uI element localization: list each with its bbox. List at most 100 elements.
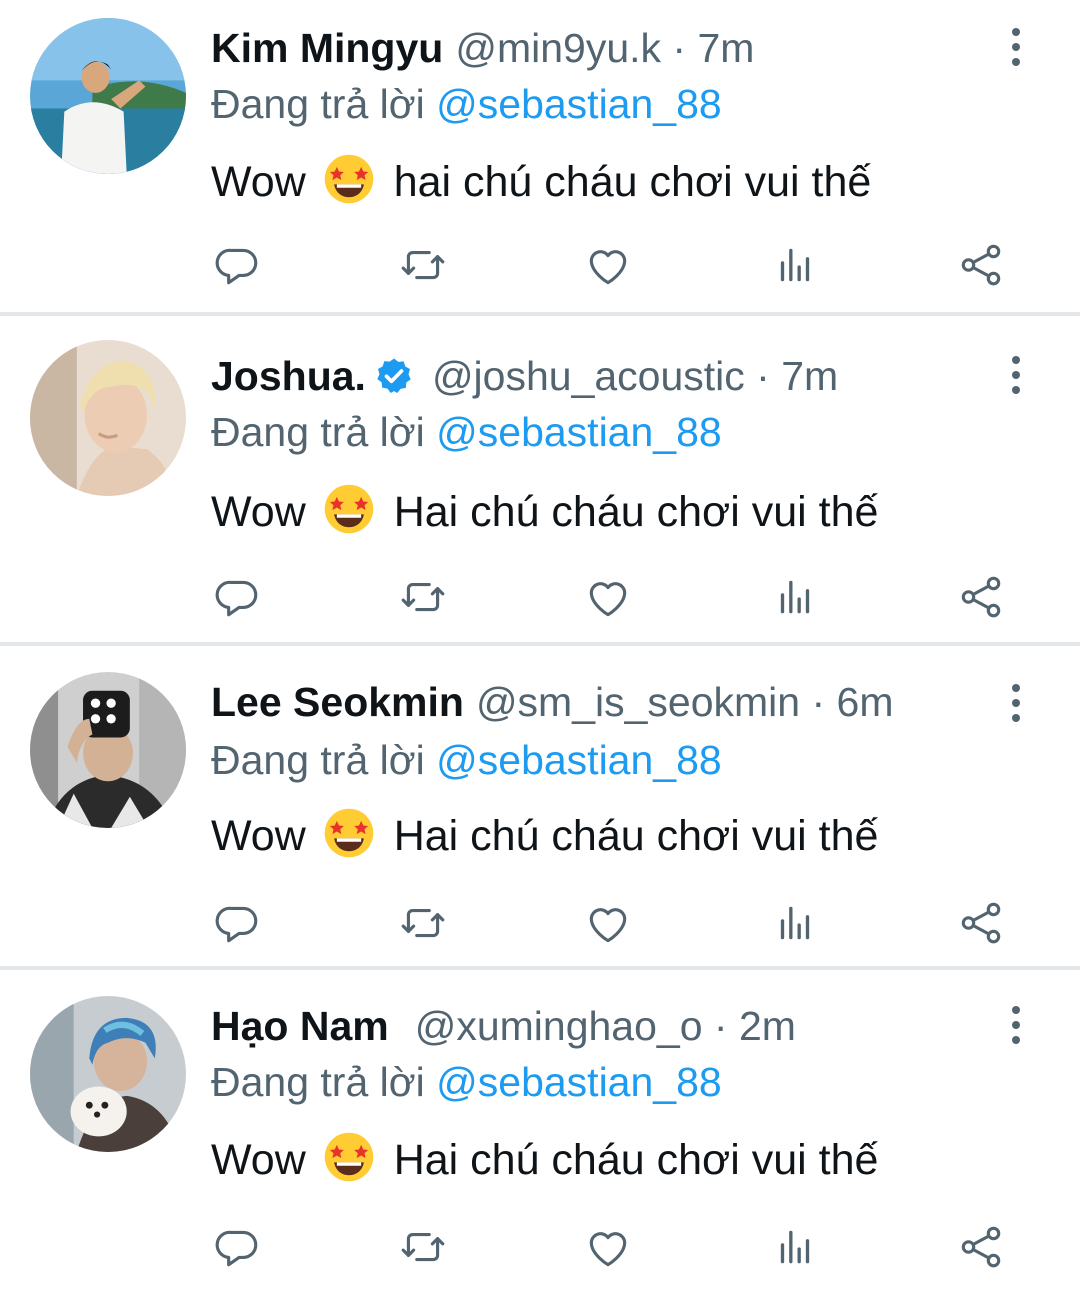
tweet-actions: [0, 240, 1080, 290]
tweet-header: Lee Seokmin @sm_is_seokmin · 6m: [211, 678, 894, 726]
reply-mention[interactable]: @sebastian_88: [436, 409, 722, 455]
avatar[interactable]: [30, 340, 186, 496]
share-icon: [956, 898, 1006, 948]
retweet-button[interactable]: [398, 572, 448, 622]
reply-button[interactable]: [212, 1222, 262, 1272]
more-options-icon[interactable]: [1004, 1006, 1028, 1048]
reply-context: Đang trả lời @sebastian_88: [211, 1058, 722, 1106]
views-icon: [770, 240, 820, 290]
views-button[interactable]: [770, 572, 820, 622]
retweet-icon: [398, 572, 448, 622]
avatar-photo-icon: [30, 18, 186, 174]
star-struck-emoji-icon: [322, 806, 376, 860]
tweet-text-start: Wow: [211, 1136, 306, 1184]
reply-context: Đang trả lời @sebastian_88: [211, 80, 722, 128]
reply-prefix: Đang trả lời: [211, 1059, 425, 1105]
reply-button[interactable]: [212, 572, 262, 622]
verified-badge-icon: [374, 356, 414, 396]
like-icon: [583, 240, 633, 290]
handle-and-time: @min9yu.k · 7m: [455, 25, 755, 71]
reply-icon: [212, 572, 262, 622]
views-button[interactable]: [770, 898, 820, 948]
like-button[interactable]: [583, 572, 633, 622]
tweet-actions: [0, 898, 1080, 948]
avatar-photo-icon: [30, 672, 186, 828]
tweet[interactable]: Hạo Nam @xuminghao_o · 2m Đang trả lời @s…: [0, 970, 1080, 1293]
share-button[interactable]: [956, 240, 1006, 290]
reply-button[interactable]: [212, 898, 262, 948]
retweet-icon: [398, 240, 448, 290]
tweet-text-end: Hai chú cháu chơi vui thế: [393, 488, 879, 536]
like-icon: [583, 898, 633, 948]
display-name[interactable]: Joshua.: [211, 353, 366, 399]
handle-and-time: @joshu_acoustic · 7m: [431, 353, 839, 399]
more-options-icon[interactable]: [1004, 684, 1028, 726]
avatar-photo-icon: [30, 340, 186, 496]
reply-mention[interactable]: @sebastian_88: [436, 1059, 722, 1105]
share-icon: [956, 1222, 1006, 1272]
retweet-icon: [398, 1222, 448, 1272]
reply-icon: [212, 1222, 262, 1272]
tweet-text: Wow hai chú cháu chơi vui thế: [211, 152, 871, 209]
tweet-text-end: Hai chú cháu chơi vui thế: [393, 1136, 879, 1184]
tweet[interactable]: Lee Seokmin @sm_is_seokmin · 6m Đang trả …: [0, 646, 1080, 970]
retweet-icon: [398, 898, 448, 948]
more-options-icon[interactable]: [1004, 356, 1028, 398]
tweet-header: Kim Mingyu @min9yu.k · 7m: [211, 24, 754, 72]
reply-prefix: Đang trả lời: [211, 81, 425, 127]
reply-prefix: Đang trả lời: [211, 409, 425, 455]
retweet-button[interactable]: [398, 898, 448, 948]
tweet-actions: [0, 1222, 1080, 1272]
tweet-header: Joshua. @joshu_acoustic · 7m: [211, 352, 838, 400]
tweet[interactable]: Kim Mingyu @min9yu.k · 7m Đang trả lời @s…: [0, 0, 1080, 316]
display-name[interactable]: Hạo Nam: [211, 1003, 389, 1049]
tweet-text-start: Wow: [211, 158, 306, 206]
more-options-icon[interactable]: [1004, 28, 1028, 70]
tweet-header: Hạo Nam @xuminghao_o · 2m: [211, 1002, 796, 1050]
avatar[interactable]: [30, 18, 186, 174]
tweet[interactable]: Joshua. @joshu_acoustic · 7m Đang trả lời…: [0, 316, 1080, 646]
reply-prefix: Đang trả lời: [211, 737, 425, 783]
handle-and-time: @xuminghao_o · 2m: [414, 1003, 796, 1049]
tweet-text-start: Wow: [211, 812, 306, 860]
like-button[interactable]: [583, 1222, 633, 1272]
retweet-button[interactable]: [398, 1222, 448, 1272]
reply-icon: [212, 240, 262, 290]
views-button[interactable]: [770, 240, 820, 290]
avatar[interactable]: [30, 996, 186, 1152]
handle-and-time: @sm_is_seokmin · 6m: [475, 679, 894, 725]
like-button[interactable]: [583, 898, 633, 948]
share-button[interactable]: [956, 572, 1006, 622]
share-icon: [956, 240, 1006, 290]
display-name[interactable]: Lee Seokmin: [211, 679, 464, 725]
reply-mention[interactable]: @sebastian_88: [436, 81, 722, 127]
reply-context: Đang trả lời @sebastian_88: [211, 736, 722, 784]
star-struck-emoji-icon: [322, 152, 376, 206]
reply-feed: Kim Mingyu @min9yu.k · 7m Đang trả lời @s…: [0, 0, 1080, 1293]
avatar[interactable]: [30, 672, 186, 828]
reply-mention[interactable]: @sebastian_88: [436, 737, 722, 783]
reply-button[interactable]: [212, 240, 262, 290]
tweet-text: Wow Hai chú cháu chơi vui thế: [211, 1130, 878, 1187]
retweet-button[interactable]: [398, 240, 448, 290]
views-button[interactable]: [770, 1222, 820, 1272]
tweet-text: Wow Hai chú cháu chơi vui thế: [211, 482, 878, 539]
tweet-actions: [0, 572, 1080, 622]
share-button[interactable]: [956, 898, 1006, 948]
share-button[interactable]: [956, 1222, 1006, 1272]
avatar-photo-icon: [30, 996, 186, 1152]
star-struck-emoji-icon: [322, 482, 376, 536]
share-icon: [956, 572, 1006, 622]
views-icon: [770, 898, 820, 948]
tweet-text: Wow Hai chú cháu chơi vui thế: [211, 806, 878, 863]
like-icon: [583, 1222, 633, 1272]
like-button[interactable]: [583, 240, 633, 290]
tweet-text-end: Hai chú cháu chơi vui thế: [393, 812, 879, 860]
tweet-text-start: Wow: [211, 488, 306, 536]
views-icon: [770, 572, 820, 622]
views-icon: [770, 1222, 820, 1272]
reply-context: Đang trả lời @sebastian_88: [211, 408, 722, 456]
tweet-text-end: hai chú cháu chơi vui thế: [393, 158, 872, 206]
star-struck-emoji-icon: [322, 1130, 376, 1184]
display-name[interactable]: Kim Mingyu: [211, 25, 443, 71]
